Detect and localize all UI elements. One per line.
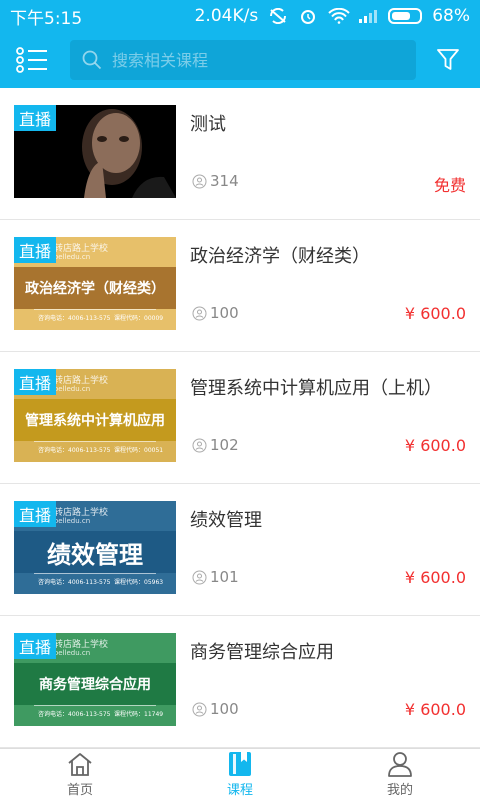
book-icon [229,752,251,776]
tab-courses-label: 课程 [226,783,253,798]
course-price: ¥ 600.0 [404,700,466,719]
course-thumbnail: 直播 转店路上学校 oelledu.cn 政治经济学（财经类） 咨询电话：400… [14,237,176,330]
menu-icon [16,47,47,73]
course-price: ¥ 600.0 [404,436,466,455]
course-title: 政治经济学（财经类） [190,246,370,267]
tab-home-label: 首页 [66,783,93,798]
course-item[interactable]: 直播 转店路上学校 oelledu.cn 绩效管理 咨询电话：4006-113-… [0,484,480,616]
viewer-count: 102 [210,436,239,454]
net-speed: 2.04K/s [194,6,259,26]
course-price: 免费 [433,176,466,195]
viewer-count: 101 [210,568,239,586]
wifi-icon [328,7,350,24]
course-title: 测试 [190,114,226,135]
search-box[interactable] [70,40,416,80]
course-thumbnail: 直播 转店路上学校 oelledu.cn 绩效管理 咨询电话：4006-113-… [14,501,176,594]
app-bar [0,32,480,88]
user-icon [192,702,207,716]
banner-text: 管理系统中计算机应用 [25,413,165,429]
course-list: 直播 测试 314 免费 直播 转店路上学校 oelledu.cn 政治经济学（… [0,88,480,748]
course-viewers: 100 [192,304,239,322]
course-viewers: 102 [192,436,239,454]
banner-contact: 咨询电话：4006-113-575 [38,315,111,322]
battery-icon [388,8,423,24]
banner-site: oelledu.cn [54,253,91,261]
banner-text: 政治经济学（财经类） [25,281,165,297]
viewer-count: 314 [210,172,239,190]
course-viewers: 101 [192,568,239,586]
viewer-count: 100 [210,700,239,718]
course-thumbnail: 直播 [14,105,176,198]
course-viewers: 314 [192,172,239,190]
course-thumbnail: 直播 转店路上学校 oelledu.cn 商务管理综合应用 咨询电话：4006-… [14,633,176,726]
user-icon [192,174,207,188]
banner-site: oelledu.cn [54,517,91,525]
course-item[interactable]: 直播 转店路上学校 oelledu.cn 商务管理综合应用 咨询电话：4006-… [0,616,480,748]
filter-icon [437,49,459,70]
live-badge: 直播 [14,633,57,659]
course-item[interactable]: 直播 测试 314 免费 [0,88,480,220]
tab-me[interactable]: 我的 [320,749,480,800]
live-badge: 直播 [14,237,57,263]
banner-code: 课程代码：00051 [114,447,164,454]
course-item[interactable]: 直播 转店路上学校 oelledu.cn 管理系统中计算机应用 咨询电话：400… [0,352,480,484]
filter-button[interactable] [428,40,468,80]
tab-me-label: 我的 [386,783,413,798]
course-thumbnail: 直播 转店路上学校 oelledu.cn 管理系统中计算机应用 咨询电话：400… [14,369,176,462]
banner-code: 课程代码：11749 [114,711,164,718]
banner-contact: 咨询电话：4006-113-575 [38,447,111,454]
banner-code: 课程代码：05963 [114,579,164,586]
status-time: 下午5:15 [10,8,83,29]
alarm-icon [298,8,318,24]
banner-text: 绩效管理 [47,540,143,569]
banner-site: oelledu.cn [54,385,91,393]
banner-contact: 咨询电话：4006-113-575 [38,579,111,586]
user-icon [192,306,207,320]
course-title: 商务管理综合应用 [190,642,334,663]
banner-contact: 咨询电话：4006-113-575 [38,711,111,718]
battery-percent: 68% [432,6,470,26]
home-icon [68,753,92,776]
course-title: 绩效管理 [190,510,262,531]
sync-off-icon [268,7,288,25]
viewer-count: 100 [210,304,239,322]
search-icon [82,50,102,70]
banner-code: 课程代码：00009 [114,315,164,322]
user-icon [388,752,412,777]
course-price: ¥ 600.0 [404,304,466,323]
live-badge: 直播 [14,501,57,527]
live-badge: 直播 [14,105,57,131]
banner-site: oelledu.cn [54,649,91,657]
course-item[interactable]: 直播 转店路上学校 oelledu.cn 政治经济学（财经类） 咨询电话：400… [0,220,480,352]
course-title: 管理系统中计算机应用（上机） [190,378,442,399]
banner-text: 商务管理综合应用 [39,677,151,693]
signal-icon [358,8,378,24]
user-icon [192,570,207,584]
course-price: ¥ 600.0 [404,568,466,587]
status-bar: 下午5:15 2.04K/s 68% [0,0,480,32]
tab-home[interactable]: 首页 [0,749,160,800]
menu-button[interactable] [12,40,52,80]
user-icon [192,438,207,452]
live-badge: 直播 [14,369,57,395]
bottom-tab-bar: 首页 课程 我的 [0,748,480,800]
course-viewers: 100 [192,700,239,718]
tab-courses[interactable]: 课程 [160,749,320,800]
search-input[interactable] [112,50,392,70]
